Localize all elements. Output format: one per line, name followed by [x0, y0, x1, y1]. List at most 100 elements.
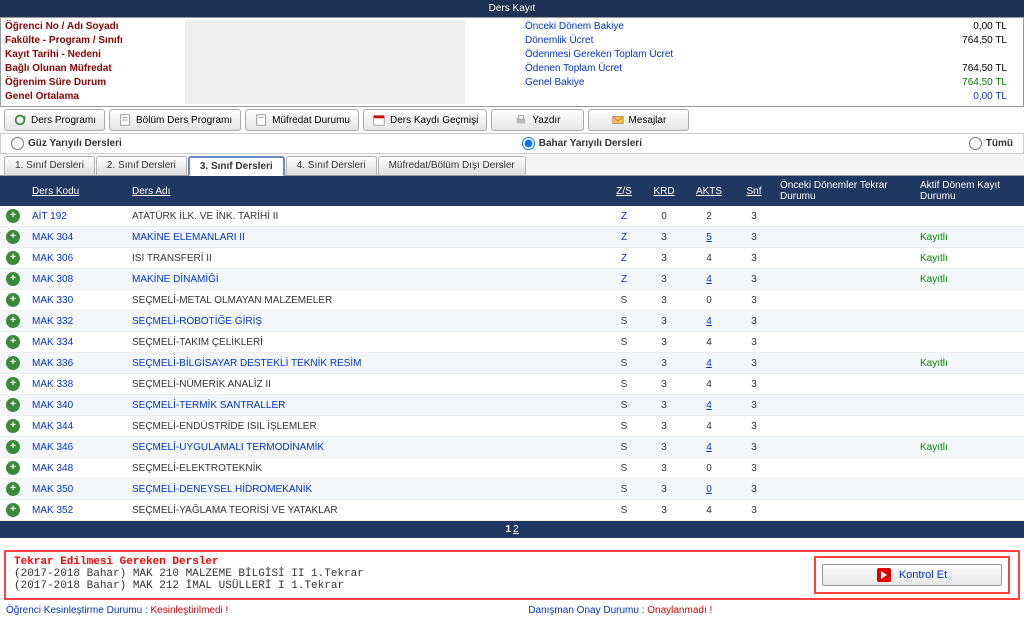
bolum-ders-programi-button[interactable]: Bölüm Ders Programı	[109, 109, 241, 131]
label-toplam-odenecek: Ödenmesi Gereken Toplam Ücret	[465, 48, 859, 62]
cell-kayit-durumu: Kayıtlı	[914, 437, 1024, 458]
add-course-button[interactable]: +	[6, 209, 20, 223]
cell-snf: 3	[734, 290, 774, 311]
ders-kaydi-gecmisi-button[interactable]: Ders Kaydı Geçmişi	[363, 109, 487, 131]
cell-snf: 3	[734, 227, 774, 248]
val-donemlik: 764,50 TL	[859, 34, 1007, 48]
cell-akts[interactable]: 4	[684, 311, 734, 332]
repeat-notice: Tekrar Edilmesi Gereken Dersler (2017-20…	[4, 550, 1020, 600]
add-course-button[interactable]: +	[6, 461, 20, 475]
add-course-button[interactable]: +	[6, 293, 20, 307]
tab-müfredat/bölüm-dışı-dersler[interactable]: Müfredat/Bölüm Dışı Dersler	[378, 156, 526, 175]
course-code-link[interactable]: MAK 350	[26, 479, 126, 500]
label-sure-durum: Öğrenim Süre Durum	[5, 76, 185, 90]
add-course-button[interactable]: +	[6, 314, 20, 328]
add-course-button[interactable]: +	[6, 251, 20, 265]
table-row: +MAK 340SEÇMELİ-TERMİK SANTRALLERS343	[0, 395, 1024, 416]
course-code-link[interactable]: MAK 352	[26, 500, 126, 521]
table-row: + MAK 336SEÇMELİ-BİLGİSAYAR DESTEKLİ TEKN…	[0, 353, 1024, 374]
course-code-link[interactable]: MAK 340	[26, 395, 126, 416]
course-code-link[interactable]: MAK 330	[26, 290, 126, 311]
course-code-link[interactable]: MAK 344	[26, 416, 126, 437]
cell-akts[interactable]: 4	[684, 269, 734, 290]
add-course-button[interactable]: +	[6, 335, 20, 349]
cell-snf: 3	[734, 332, 774, 353]
course-code-link[interactable]: MAK 336	[26, 353, 126, 374]
cell-akts[interactable]: 0	[684, 479, 734, 500]
val-onceki-bakiye: 0,00 TL	[859, 20, 1007, 34]
course-name[interactable]: SEÇMELİ-BİLGİSAYAR DESTEKLİ TEKNİK RESİM	[126, 353, 604, 374]
course-name[interactable]: MAKİNE DİNAMİĞİ	[126, 269, 604, 290]
cell-tekrar	[774, 437, 914, 458]
course-code-link[interactable]: MAK 332	[26, 311, 126, 332]
cell-akts[interactable]: 4	[684, 353, 734, 374]
th-name[interactable]: Ders Adı	[126, 176, 604, 206]
radio-guz-input[interactable]	[11, 137, 24, 150]
radio-tumu-input[interactable]	[969, 137, 982, 150]
add-course-button[interactable]: +	[6, 272, 20, 286]
label-kayit-tarihi: Kayıt Tarihi - Nedeni	[5, 48, 185, 62]
cell-kayit-durumu: Kayıtlı	[914, 353, 1024, 374]
course-code-link[interactable]: MAK 308	[26, 269, 126, 290]
cell-akts[interactable]: 4	[684, 395, 734, 416]
label-genel-ort: Genel Ortalama	[5, 90, 185, 104]
tab-4.-sınıf-dersleri[interactable]: 4. Sınıf Dersleri	[286, 156, 377, 175]
mufredat-durumu-button[interactable]: Müfredat Durumu	[245, 109, 359, 131]
add-course-button[interactable]: +	[6, 503, 20, 517]
cell-akts[interactable]: 5	[684, 227, 734, 248]
course-name[interactable]: SEÇMELİ-ROBOTİĞE GİRİŞ	[126, 311, 604, 332]
course-code-link[interactable]: MAK 348	[26, 458, 126, 479]
add-course-button[interactable]: +	[6, 377, 20, 391]
cell-zs: S	[604, 311, 644, 332]
mesajlar-button[interactable]: Mesajlar	[588, 109, 690, 131]
add-course-button[interactable]: +	[6, 356, 20, 370]
course-name[interactable]: SEÇMELİ-UYGULAMALI TERMODİNAMİK	[126, 437, 604, 458]
add-course-button[interactable]: +	[6, 482, 20, 496]
tab-2.-sınıf-dersleri[interactable]: 2. Sınıf Dersleri	[96, 156, 187, 175]
cell-tekrar	[774, 290, 914, 311]
th-code[interactable]: Ders Kodu	[26, 176, 126, 206]
course-name[interactable]: SEÇMELİ-TERMİK SANTRALLER	[126, 395, 604, 416]
th-akts[interactable]: AKTS	[684, 176, 734, 206]
course-code-link[interactable]: MAK 334	[26, 332, 126, 353]
tab-1.-sınıf-dersleri[interactable]: 1. Sınıf Dersleri	[4, 156, 95, 175]
add-course-button[interactable]: +	[6, 440, 20, 454]
course-code-link[interactable]: MAK 304	[26, 227, 126, 248]
cell-zs: S	[604, 500, 644, 521]
add-course-button[interactable]: +	[6, 230, 20, 244]
cell-krd: 3	[644, 227, 684, 248]
cell-akts[interactable]: 4	[684, 437, 734, 458]
th-snf[interactable]: Snf	[734, 176, 774, 206]
kontrol-et-button[interactable]: Kontrol Et	[822, 564, 1002, 586]
course-table-header: Ders Kodu Ders Adı Z/S KRD AKTS Snf Önce…	[0, 176, 1024, 206]
radio-bahar[interactable]: Bahar Yarıyılı Dersleri	[522, 137, 642, 150]
cell-krd: 3	[644, 290, 684, 311]
ders-programi-button[interactable]: Ders Programı	[4, 109, 105, 131]
radio-guz[interactable]: Güz Yarıyılı Dersleri	[11, 137, 122, 150]
cell-akts: 0	[684, 290, 734, 311]
cell-tekrar	[774, 374, 914, 395]
cell-zs: S	[604, 290, 644, 311]
tab-3.-sınıf-dersleri[interactable]: 3. Sınıf Dersleri	[188, 156, 285, 176]
th-zs[interactable]: Z/S	[604, 176, 644, 206]
course-code-link[interactable]: MAK 306	[26, 248, 126, 269]
add-course-button[interactable]: +	[6, 419, 20, 433]
course-code-link[interactable]: AİT 192	[26, 206, 126, 227]
label-fakulte: Fakülte - Program / Sınıfı	[5, 34, 185, 48]
label-genel-bakiye: Genel Bakiye	[465, 76, 859, 90]
cell-kayit-durumu	[914, 416, 1024, 437]
table-row: +MAK 332SEÇMELİ-ROBOTİĞE GİRİŞS343	[0, 311, 1024, 332]
pager-next-link[interactable]: 2	[513, 524, 519, 535]
course-code-link[interactable]: MAK 346	[26, 437, 126, 458]
cell-akts: 4	[684, 248, 734, 269]
course-code-link[interactable]: MAK 338	[26, 374, 126, 395]
add-course-button[interactable]: +	[6, 398, 20, 412]
course-name[interactable]: MAKİNE ELEMANLARI II	[126, 227, 604, 248]
course-name[interactable]: SEÇMELİ-DENEYSEL HİDROMEKANİK	[126, 479, 604, 500]
cell-akts: 4	[684, 374, 734, 395]
radio-tumu[interactable]: Tümü	[969, 137, 1013, 150]
balance-panel: Önceki Dönem Bakiye Dönemlik Ücret Ödenm…	[465, 20, 1019, 104]
th-krd[interactable]: KRD	[644, 176, 684, 206]
yazdir-button[interactable]: Yazdır	[491, 109, 583, 131]
radio-bahar-input[interactable]	[522, 137, 535, 150]
